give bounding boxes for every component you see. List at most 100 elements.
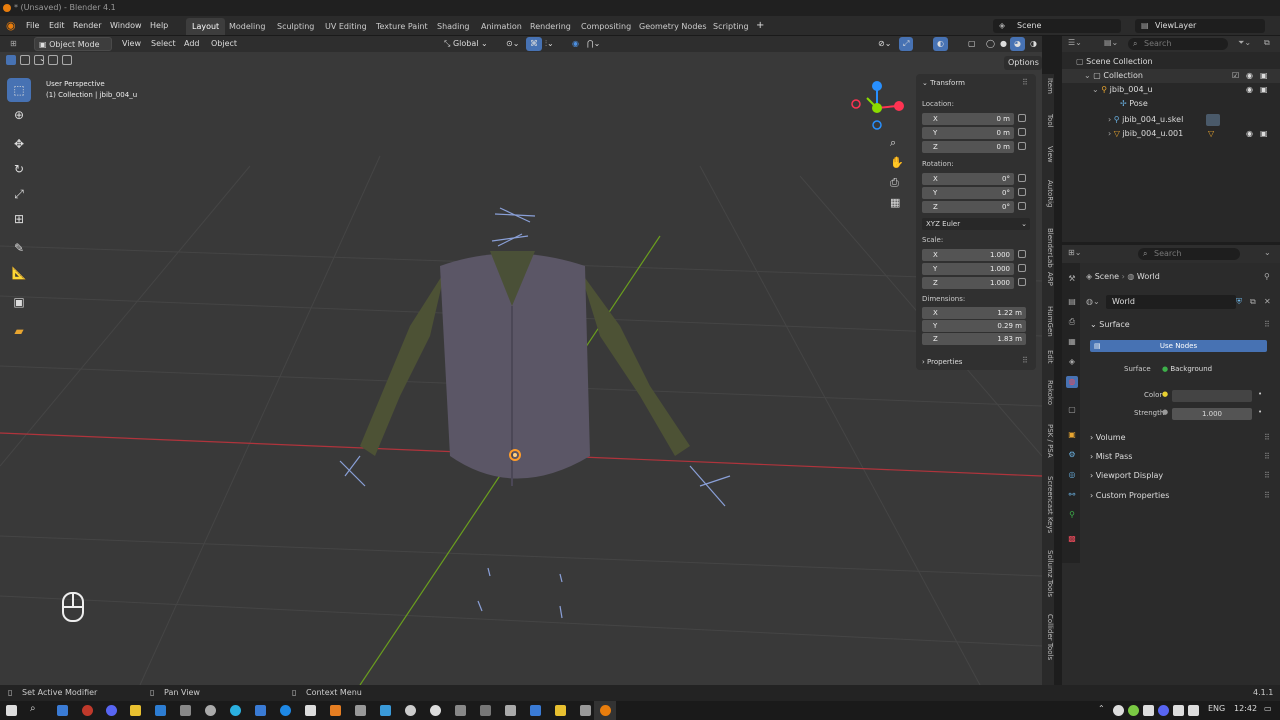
- discord-icon[interactable]: [106, 705, 117, 716]
- measure-tool-icon[interactable]: 📐: [7, 261, 31, 285]
- tray-icon[interactable]: [1143, 705, 1154, 716]
- clock[interactable]: 12:42: [1234, 704, 1257, 713]
- tray-icon[interactable]: [1158, 705, 1169, 716]
- tab-screencast-keys[interactable]: Screencast Keys: [1042, 476, 1054, 533]
- navigation-gizmo[interactable]: [850, 78, 906, 134]
- options-button[interactable]: Options ⌄: [1004, 56, 1042, 81]
- network-icon[interactable]: [1173, 705, 1184, 716]
- collection-tab-icon[interactable]: ▢: [1066, 404, 1078, 416]
- keyframe-dot-icon[interactable]: •: [1258, 390, 1262, 398]
- lock-icon[interactable]: [1018, 188, 1026, 196]
- transform-tool-icon[interactable]: ⊞: [7, 207, 31, 231]
- blender-taskbar-icon[interactable]: [600, 705, 611, 716]
- duplicate-icon[interactable]: ⧉: [1250, 295, 1256, 309]
- overlay-toggle-icon[interactable]: ◐: [933, 37, 948, 51]
- lock-icon[interactable]: [1018, 278, 1026, 286]
- shading-solid-icon[interactable]: ●: [996, 37, 1011, 51]
- scale-z-field[interactable]: Z 1.000: [922, 277, 1014, 289]
- render-camera-icon[interactable]: ▣: [1260, 69, 1268, 83]
- panel-drag-handle-icon[interactable]: ⠿: [1264, 468, 1270, 484]
- rotate-tool-icon[interactable]: ↻: [7, 157, 31, 181]
- tab-uv-editing[interactable]: UV Editing: [319, 18, 373, 35]
- tab-sollumz-tools[interactable]: Sollumz Tools: [1042, 550, 1054, 597]
- scene-selector[interactable]: ◈ Scene: [993, 19, 1121, 33]
- tab-geometry-nodes[interactable]: Geometry Nodes: [633, 18, 712, 35]
- opera-icon[interactable]: [82, 705, 93, 716]
- select-box-tool-icon[interactable]: ⬚: [7, 78, 31, 102]
- surface-panel-header[interactable]: ⌄ Surface ⠿: [1062, 317, 1280, 333]
- render-camera-icon[interactable]: ▣: [1260, 83, 1268, 97]
- list-item[interactable]: ⌄ ▢ Collection ☑ ◉ ▣: [1062, 69, 1280, 83]
- custom-properties-panel-header[interactable]: › Custom Properties ⠿: [1062, 488, 1280, 504]
- list-item[interactable]: ⌄ ⚲ jbib_004_u ◉ ▣: [1062, 83, 1280, 97]
- snap-target-icon[interactable]: ⫶⌄: [541, 37, 558, 51]
- keyframe-dot-icon[interactable]: •: [1258, 408, 1262, 416]
- tab-scripting[interactable]: Scripting: [707, 18, 755, 35]
- app-icon[interactable]: [305, 705, 316, 716]
- tab-rokoko[interactable]: Rokoko: [1042, 380, 1054, 405]
- lock-icon[interactable]: [1018, 174, 1026, 182]
- scale-tool-icon[interactable]: ⤢: [7, 182, 31, 206]
- search-icon[interactable]: ⌕: [30, 703, 36, 714]
- tab-humgen[interactable]: HumGen: [1042, 306, 1054, 337]
- rotation-mode-select[interactable]: XYZ Euler ⌄: [922, 218, 1030, 230]
- pan-hand-icon[interactable]: ✋: [890, 156, 904, 169]
- camera-icon[interactable]: ⎙: [890, 176, 899, 190]
- dimensions-z-field[interactable]: Z 1.83 m: [922, 333, 1026, 345]
- menu-window[interactable]: Window: [110, 16, 142, 36]
- render-tab-icon[interactable]: ▤: [1066, 296, 1078, 308]
- visibility-icon[interactable]: ⊘⌄: [874, 37, 895, 51]
- panel-drag-handle-icon[interactable]: ⠿: [1022, 78, 1028, 87]
- menu-edit[interactable]: Edit: [49, 16, 65, 36]
- perspective-grid-icon[interactable]: ▦: [890, 196, 900, 209]
- tab-view[interactable]: View: [1042, 146, 1054, 163]
- shading-rendered-icon[interactable]: ◑: [1026, 37, 1041, 51]
- location-z-field[interactable]: Z0 m: [922, 141, 1014, 153]
- rotation-y-field[interactable]: Y 0°: [922, 187, 1014, 199]
- list-item[interactable]: › ⚲ jbib_004_u.skel: [1062, 113, 1280, 127]
- properties-editor-icon[interactable]: ⊞⌄: [1068, 248, 1081, 257]
- world-tab-icon[interactable]: ◍: [1066, 376, 1078, 388]
- 3d-viewport[interactable]: ⊞ ▣ Object Mode ⌄ View Select Add Object…: [0, 36, 1042, 685]
- viewport-menu-object[interactable]: Object: [207, 37, 241, 51]
- select-extend-icon[interactable]: [20, 55, 30, 65]
- app-icon[interactable]: [505, 705, 516, 716]
- menu-render[interactable]: Render: [73, 16, 101, 36]
- move-tool-icon[interactable]: ✥: [7, 132, 31, 156]
- lock-icon[interactable]: [1018, 202, 1026, 210]
- outliner-search-input[interactable]: ⌕ Search: [1128, 38, 1228, 50]
- render-camera-icon[interactable]: ▣: [1260, 127, 1268, 141]
- tab-shading[interactable]: Shading: [431, 18, 476, 35]
- lock-icon[interactable]: [1018, 128, 1026, 136]
- world-name-field[interactable]: World: [1106, 295, 1236, 309]
- panel-drag-handle-icon[interactable]: ⠿: [1264, 430, 1270, 446]
- app-icon[interactable]: [280, 705, 291, 716]
- eye-icon[interactable]: ◉: [1246, 83, 1253, 97]
- panel-drag-handle-icon[interactable]: ⠿: [1264, 449, 1270, 465]
- tray-icon[interactable]: [1113, 705, 1124, 716]
- outliner-editor-icon[interactable]: ☰⌄: [1068, 38, 1082, 47]
- pivot-icon[interactable]: ⊙⌄: [502, 37, 523, 51]
- app-icon[interactable]: [255, 705, 266, 716]
- app-icon[interactable]: [405, 705, 416, 716]
- viewlayer-selector[interactable]: ▤ ViewLayer: [1135, 19, 1265, 33]
- tab-item[interactable]: Item: [1042, 78, 1054, 94]
- app-icon[interactable]: [230, 705, 241, 716]
- zoom-icon[interactable]: ⌕: [890, 136, 896, 150]
- tray-chevron-icon[interactable]: ⌃: [1098, 704, 1105, 713]
- app-icon[interactable]: [555, 705, 566, 716]
- steam-icon[interactable]: [57, 705, 68, 716]
- falloff-icon[interactable]: ⋂⌄: [583, 37, 604, 51]
- viewport-menu-add[interactable]: Add: [180, 37, 204, 51]
- panel-drag-handle-icon[interactable]: ⠿: [1264, 317, 1270, 333]
- add-cube-tool-icon[interactable]: ▣: [7, 290, 31, 314]
- tab-tool[interactable]: Tool: [1042, 114, 1054, 128]
- viewport-menu-view[interactable]: View: [118, 37, 145, 51]
- scale-y-field[interactable]: Y 1.000: [922, 263, 1014, 275]
- blender-menu-icon[interactable]: ◉: [6, 16, 16, 36]
- app-icon[interactable]: [580, 705, 591, 716]
- color-swatch[interactable]: [1172, 390, 1252, 402]
- list-item[interactable]: › ▽ jbib_004_u.001 ▽ ◉ ▣: [1062, 127, 1280, 141]
- app-icon[interactable]: [480, 705, 491, 716]
- dimensions-x-field[interactable]: X 1.22 m: [922, 307, 1026, 319]
